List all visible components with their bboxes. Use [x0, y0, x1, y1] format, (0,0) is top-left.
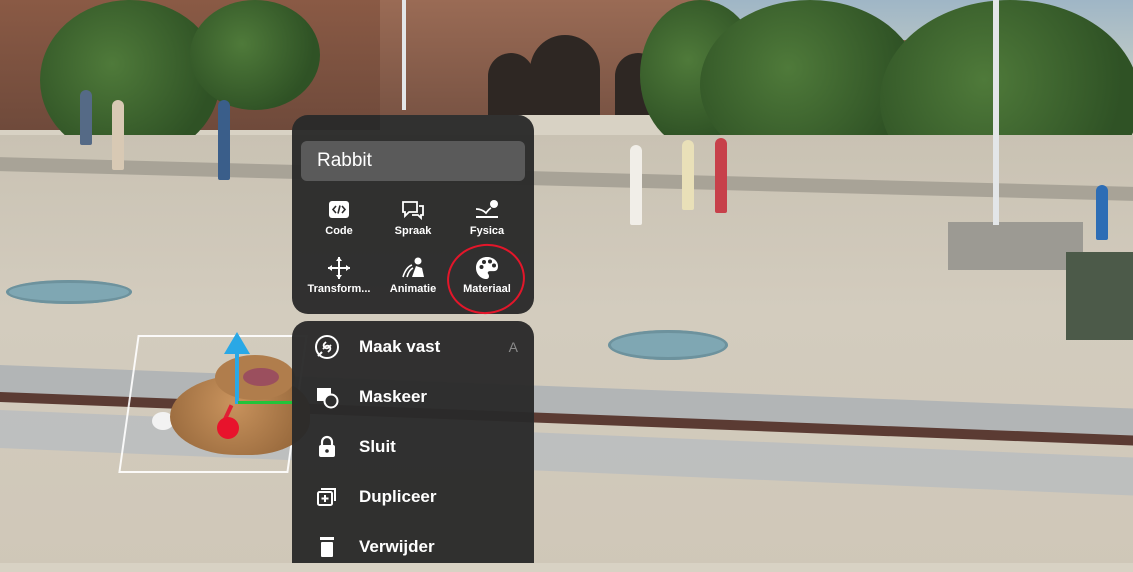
gizmo-up-axis[interactable] — [235, 352, 239, 404]
menu-item-label: Maskeer — [359, 387, 428, 406]
lock-icon — [319, 435, 335, 457]
gizmo-z-handle[interactable] — [217, 417, 239, 439]
tool-code[interactable]: Code — [299, 191, 379, 247]
pedestrian — [1096, 185, 1108, 240]
pedestrian — [630, 145, 642, 225]
ar-camera-view — [0, 0, 1133, 563]
physics-icon — [475, 200, 498, 218]
menu-item-mask[interactable]: Maskeer — [292, 372, 534, 422]
pedestrian — [682, 140, 694, 210]
speech-bubble-icon — [402, 201, 424, 221]
tool-label: Animatie — [389, 283, 437, 295]
tool-label: Spraak — [394, 225, 432, 237]
tool-animation[interactable]: Animatie — [373, 249, 453, 305]
menu-item-label: Sluit — [359, 437, 396, 456]
tool-transform[interactable]: Transform... — [299, 249, 379, 305]
menu-item-label: Dupliceer — [359, 487, 437, 506]
tool-physics[interactable]: Fysica — [447, 191, 527, 247]
tool-speech[interactable]: Spraak — [373, 191, 453, 247]
menu-item-lock[interactable]: Sluit — [292, 422, 534, 472]
anchor-link-icon — [315, 335, 339, 359]
object-actions-panel: Maak vast A Maskeer Sluit Dupliceer Verw… — [292, 321, 534, 563]
move-arrows-icon — [328, 257, 350, 279]
mask-icon — [317, 388, 339, 409]
lamp-pole — [993, 0, 999, 225]
trash-icon — [320, 537, 334, 557]
shortcut-hint: A — [508, 339, 518, 355]
lamp-pole — [402, 0, 406, 110]
manhole — [608, 330, 728, 360]
animation-icon — [402, 257, 424, 278]
pedestrian — [218, 100, 230, 180]
menu-item-delete[interactable]: Verwijder — [292, 522, 534, 572]
pedestrian — [715, 138, 727, 213]
tool-label: Transform... — [307, 283, 371, 295]
object-title: Rabbit — [301, 141, 525, 181]
pedestrian — [80, 90, 92, 145]
duplicate-icon — [317, 488, 336, 506]
bench — [948, 222, 1083, 270]
tool-label: Code — [325, 225, 353, 237]
menu-item-anchor[interactable]: Maak vast A — [292, 322, 534, 372]
tool-label: Fysica — [469, 225, 505, 237]
gizmo-x-axis[interactable] — [238, 401, 298, 404]
planter — [1066, 252, 1133, 340]
menu-item-label: Verwijder — [359, 537, 435, 556]
pedestrian — [112, 100, 124, 170]
tree — [190, 0, 320, 110]
manhole — [6, 280, 132, 304]
rabbit-ear — [243, 368, 279, 386]
menu-item-duplicate[interactable]: Dupliceer — [292, 472, 534, 522]
code-icon — [329, 201, 349, 218]
menu-item-label: Maak vast — [359, 337, 441, 356]
gizmo-up-arrow[interactable] — [224, 332, 250, 354]
